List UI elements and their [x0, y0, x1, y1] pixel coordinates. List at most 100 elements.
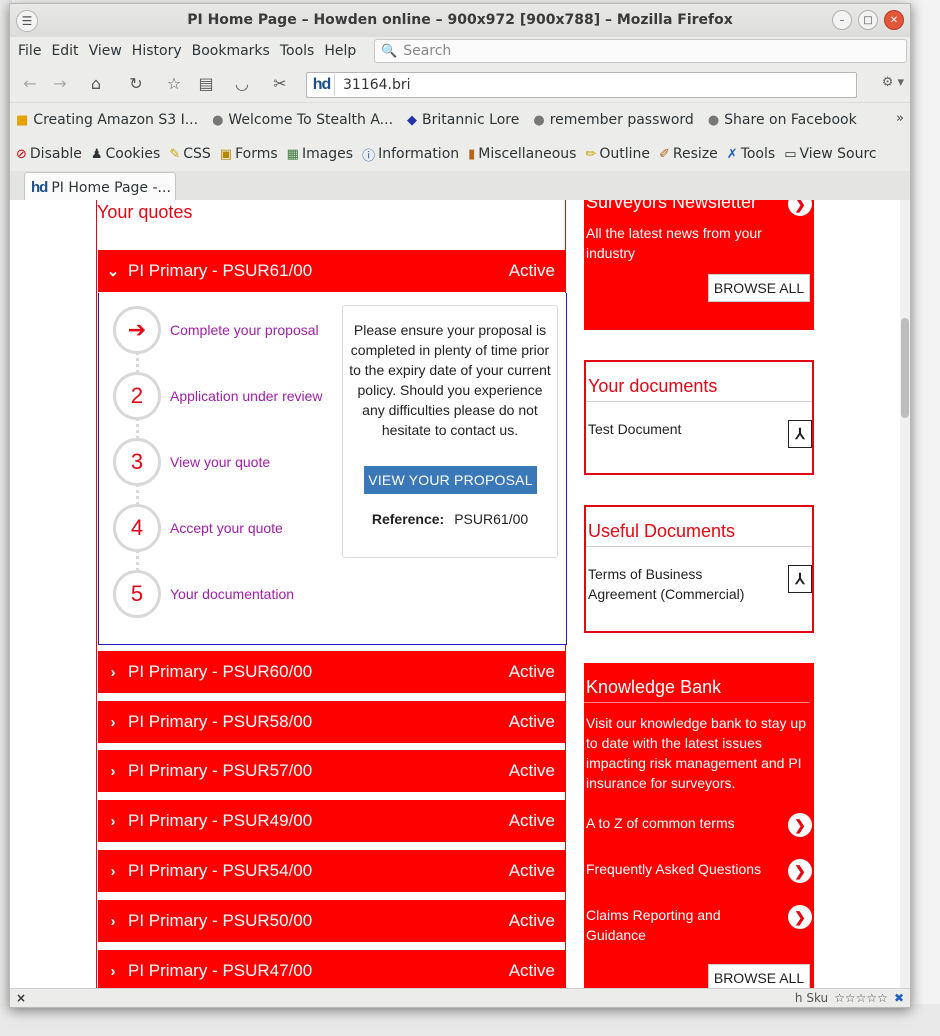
bookmark-star-icon[interactable]: ☆: [162, 74, 186, 93]
home-icon[interactable]: ⌂: [84, 74, 108, 93]
pocket-icon[interactable]: ◡: [230, 74, 254, 93]
quote-row[interactable]: › PI Primary - PSUR50/00 Active: [98, 900, 565, 942]
step-label[interactable]: Complete your proposal: [170, 322, 319, 338]
quote-row-expanded[interactable]: ⌄ PI Primary - PSUR61/00 Active: [98, 250, 565, 292]
quote-status: Active: [508, 761, 555, 780]
step-item[interactable]: 4 Accept your quote: [113, 503, 343, 553]
extensions-menu-icon[interactable]: ⚙ ▾: [882, 75, 904, 90]
menu-help[interactable]: Help: [324, 43, 356, 59]
menu-tools[interactable]: Tools: [280, 43, 315, 59]
tab-favicon: hd: [31, 179, 48, 196]
menu-file[interactable]: File: [18, 43, 41, 59]
quote-row[interactable]: › PI Primary - PSUR57/00 Active: [98, 750, 565, 792]
dev-disable-button[interactable]: ⊘ Disable: [16, 146, 82, 162]
minimize-button[interactable]: –: [832, 10, 852, 30]
view-proposal-button[interactable]: VIEW YOUR PROPOSAL: [364, 466, 537, 494]
quote-name: PI Primary - PSUR49/00: [128, 811, 313, 830]
chevron-right-icon[interactable]: ❯: [788, 813, 812, 837]
document-link[interactable]: Terms of Business Agreement (Commercial): [586, 564, 766, 604]
status-close-icon[interactable]: ×: [16, 991, 26, 1005]
pdf-icon[interactable]: ⅄: [788, 565, 812, 593]
dev-forms-button[interactable]: ▣ Forms: [220, 146, 278, 162]
quote-name: PI Primary - PSUR47/00: [128, 961, 313, 980]
chevron-right-icon: ›: [110, 663, 116, 681]
reader-icon[interactable]: ▤: [194, 74, 218, 93]
arrow-right-icon: ➔: [113, 306, 161, 354]
dev-cookies-button[interactable]: ♟ Cookies: [91, 146, 160, 162]
step-item[interactable]: ➔ Complete your proposal: [113, 305, 343, 355]
menu-history[interactable]: History: [132, 43, 182, 59]
url-text[interactable]: 31164.bri: [343, 77, 411, 93]
chevron-right-icon: ›: [110, 762, 116, 780]
quote-row[interactable]: › PI Primary - PSUR47/00 Active: [98, 950, 565, 988]
proposal-info-text: Please ensure your proposal is completed…: [349, 322, 551, 438]
bookmarks-overflow-icon[interactable]: »: [896, 111, 904, 126]
forward-icon[interactable]: →: [48, 74, 72, 93]
quote-row[interactable]: › PI Primary - PSUR49/00 Active: [98, 800, 565, 842]
globe-icon: ●: [707, 112, 720, 128]
step-label[interactable]: Accept your quote: [170, 520, 283, 536]
step-label[interactable]: View your quote: [170, 454, 270, 470]
useful-documents-panel: Useful Documents Terms of Business Agree…: [584, 505, 814, 633]
bookmark-item[interactable]: ● Share on Facebook: [708, 112, 857, 128]
url-bar[interactable]: hd 31164.bri: [306, 72, 857, 98]
bookmarks-bar: ■ Creating Amazon S3 I... ● Welcome To Ste…: [10, 103, 910, 137]
addon-x-icon[interactable]: ✖: [894, 991, 904, 1005]
step-label[interactable]: Your documentation: [170, 586, 294, 602]
bookmark-item[interactable]: ● remember password: [533, 112, 693, 128]
chevron-right-icon[interactable]: ❯: [788, 200, 812, 216]
quote-row[interactable]: › PI Primary - PSUR54/00 Active: [98, 850, 565, 892]
window-title: PI Home Page – Howden online – 900x972 […: [187, 12, 733, 28]
knowledge-link[interactable]: Claims Reporting and Guidance: [584, 905, 744, 945]
pdf-icon[interactable]: ⅄: [788, 420, 812, 448]
quote-name: PI Primary - PSUR54/00: [128, 861, 313, 880]
search-input[interactable]: 🔍 Search: [374, 39, 907, 63]
tab-pi-home-page[interactable]: hd PI Home Page -...: [24, 172, 176, 202]
quote-name: PI Primary - PSUR57/00: [128, 761, 313, 780]
newsletter-text: All the latest news from your industry: [586, 225, 762, 261]
menu-view[interactable]: View: [89, 43, 122, 59]
dev-css-button[interactable]: ✎ CSS: [169, 146, 210, 162]
bookmark-item[interactable]: ● Welcome To Stealth A...: [212, 112, 393, 128]
back-icon[interactable]: ←: [18, 74, 42, 93]
document-link[interactable]: Test Document: [586, 419, 812, 439]
reference-line: Reference: PSUR61/00: [343, 511, 557, 527]
dev-information-button[interactable]: ⓘ Information: [362, 145, 459, 164]
status-addon-text: h Sku: [794, 991, 829, 1005]
bookmark-item[interactable]: ◆ Britannic Lore: [407, 112, 519, 128]
quote-name: PI Primary - PSUR50/00: [128, 911, 313, 930]
knowledge-link[interactable]: A to Z of common terms: [584, 813, 774, 833]
chevron-right-icon[interactable]: ❯: [788, 859, 812, 883]
bookmark-item[interactable]: ■ Creating Amazon S3 I...: [16, 112, 198, 128]
miscellaneous-icon: ▮: [468, 146, 476, 162]
newsletter-browse-all-button[interactable]: BROWSE ALL: [708, 274, 810, 302]
close-window-button[interactable]: ✕: [884, 10, 904, 30]
quote-name: PI Primary - PSUR60/00: [128, 662, 313, 681]
menu-edit[interactable]: Edit: [51, 43, 78, 59]
step-item[interactable]: 2 Application under review: [113, 371, 343, 421]
quote-row[interactable]: › PI Primary - PSUR60/00 Active: [98, 651, 565, 693]
scissors-icon[interactable]: ✂: [268, 74, 292, 93]
dev-outline-button[interactable]: ✏ Outline: [585, 146, 650, 162]
quote-row[interactable]: › PI Primary - PSUR58/00 Active: [98, 701, 565, 743]
step-item[interactable]: 3 View your quote: [113, 437, 343, 487]
maximize-button[interactable]: □: [858, 10, 878, 30]
step-label[interactable]: Application under review: [170, 388, 323, 404]
dev-resize-button[interactable]: ✐ Resize: [659, 146, 718, 162]
dev-tools-button[interactable]: ✗ Tools: [727, 146, 775, 162]
knowledge-link[interactable]: Frequently Asked Questions: [584, 859, 774, 879]
dev-miscellaneous-button[interactable]: ▮ Miscellaneous: [468, 146, 576, 162]
scrollbar-thumb[interactable]: [901, 318, 909, 418]
quote-status: Active: [508, 911, 555, 930]
menu-bookmarks[interactable]: Bookmarks: [192, 43, 270, 59]
page-scrollbar[interactable]: [900, 200, 910, 988]
newsletter-panel: Surveyors Newsletter ❯ All the latest ne…: [584, 200, 814, 330]
dev-images-button[interactable]: ▦ Images: [287, 146, 353, 162]
your-documents-panel: Your documents Test Document ⅄: [584, 360, 814, 475]
chevron-right-icon[interactable]: ❯: [788, 905, 812, 929]
quote-status: Active: [508, 662, 555, 681]
dev-view-source-button[interactable]: ▭ View Sourc: [784, 146, 876, 162]
step-item[interactable]: 5 Your documentation: [113, 569, 343, 619]
knowledge-browse-all-button[interactable]: BROWSE ALL: [708, 964, 810, 988]
reload-icon[interactable]: ↻: [124, 74, 148, 93]
